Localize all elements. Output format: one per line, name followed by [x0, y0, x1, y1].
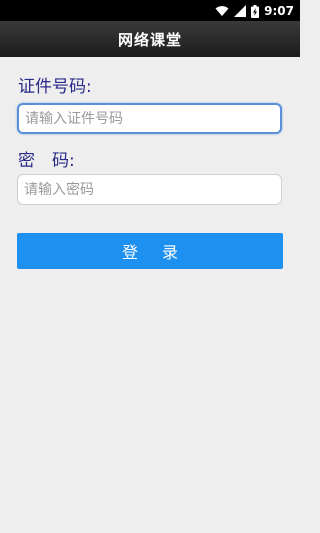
status-icons: 9:07 — [215, 3, 294, 19]
status-bar: 9:07 — [0, 0, 300, 21]
battery-charging-icon — [251, 4, 260, 18]
id-number-input[interactable] — [17, 103, 282, 134]
app-bar: 网络课堂 — [0, 21, 300, 57]
status-time: 9:07 — [264, 4, 294, 18]
password-label: 密 码: — [18, 151, 75, 171]
app-title: 网络课堂 — [117, 30, 182, 49]
cellular-signal-icon — [234, 5, 247, 17]
id-number-label: 证件号码: — [18, 77, 92, 97]
password-input[interactable] — [17, 174, 282, 205]
login-button[interactable]: 登录 — [17, 233, 283, 269]
wifi-icon — [215, 5, 229, 17]
